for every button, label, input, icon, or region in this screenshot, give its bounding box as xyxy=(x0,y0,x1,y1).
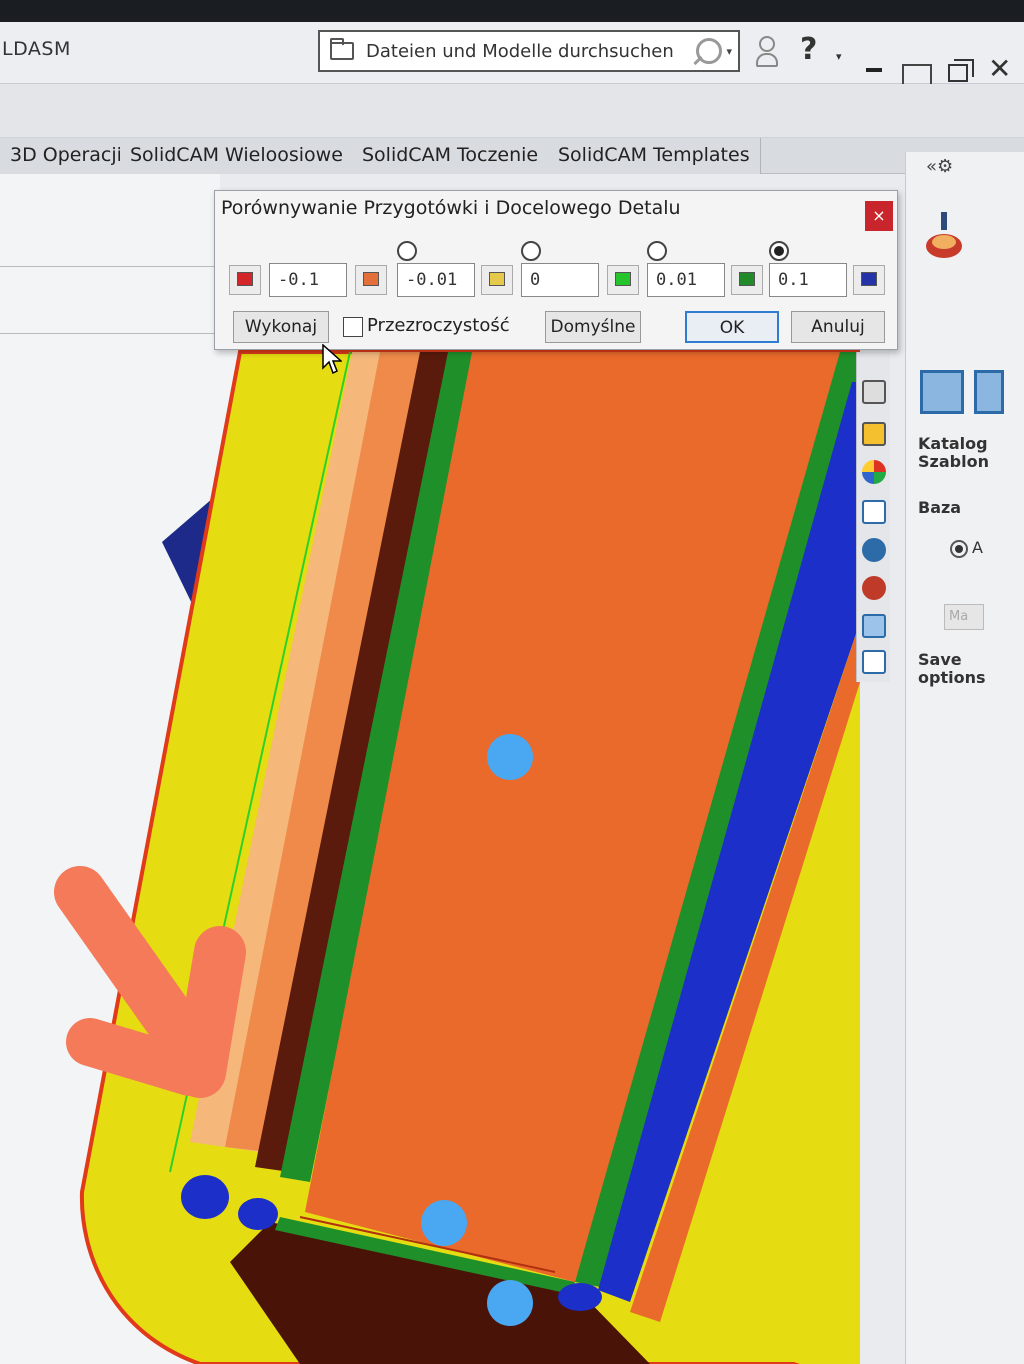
color-swatch-button[interactable] xyxy=(229,265,261,295)
comments-icon[interactable] xyxy=(862,614,886,638)
task-pane-header[interactable]: «⚙ xyxy=(926,156,953,177)
tolerance-radio-3[interactable] xyxy=(647,241,667,261)
default-button[interactable]: Domyślne xyxy=(545,311,641,343)
folder-open-icon[interactable] xyxy=(862,380,886,404)
cancel-button[interactable]: Anuluj xyxy=(791,311,885,343)
base-label[interactable]: Baza xyxy=(918,498,961,517)
folder-icon xyxy=(330,38,354,60)
color-swatch-button[interactable] xyxy=(853,265,885,295)
task-pane: «⚙ Katalog Szablon Baza A Ma Save option… xyxy=(905,152,1024,1364)
help-chevron-icon[interactable]: ▾ xyxy=(836,50,842,63)
tab-solidcam-templates[interactable]: SolidCAM Templates xyxy=(548,138,761,174)
panel-button[interactable]: Ma xyxy=(944,604,984,630)
close-icon[interactable]: ✕ xyxy=(988,52,1011,85)
tab-3d-operacji[interactable]: 3D Operacji xyxy=(0,138,133,174)
restore-icon[interactable] xyxy=(948,59,974,82)
template-icon[interactable] xyxy=(974,370,1004,414)
transparency-label: Przezroczystość xyxy=(367,315,510,336)
color-swatch-button[interactable] xyxy=(607,265,639,295)
corner-blue-left xyxy=(181,1175,229,1219)
command-icon-strip xyxy=(856,352,890,682)
dialog-close-button[interactable]: × xyxy=(865,201,893,231)
help-icon[interactable]: ? xyxy=(800,32,817,67)
base-radio[interactable] xyxy=(950,540,968,558)
compare-stock-dialog: Porównywanie Przygotówki i Docelowego De… xyxy=(214,190,898,350)
color-swatch-light-green xyxy=(615,272,631,286)
marker-dot xyxy=(421,1200,467,1246)
solidcam-logo-icon xyxy=(926,212,962,258)
marker-dot xyxy=(487,734,533,780)
color-swatch-button[interactable] xyxy=(731,265,763,295)
search-placeholder: Dateien und Modelle durchsuchen xyxy=(366,40,674,62)
feature-tree-pane xyxy=(0,174,220,334)
minimize-icon[interactable] xyxy=(866,68,882,72)
solidcam-icon[interactable] xyxy=(862,576,886,600)
properties-icon[interactable] xyxy=(862,422,886,446)
annotation-arrow-icon xyxy=(54,866,246,1098)
mouse-cursor-icon xyxy=(322,344,342,375)
search-icon[interactable] xyxy=(696,38,723,64)
color-swatch-button[interactable] xyxy=(481,265,513,295)
ok-button[interactable]: OK xyxy=(685,311,779,343)
corner-blue-right xyxy=(558,1283,602,1311)
dialog-title: Porównywanie Przygotówki i Docelowego De… xyxy=(221,197,681,219)
appearance-icon[interactable] xyxy=(862,460,886,484)
tolerance-radio-4[interactable] xyxy=(769,241,789,261)
tolerance-input-4[interactable]: 0.01 xyxy=(647,263,725,297)
ribbon xyxy=(0,84,1024,138)
template-icon[interactable] xyxy=(920,370,964,414)
chevron-down-icon[interactable]: ▾ xyxy=(726,45,732,58)
user-icon[interactable] xyxy=(756,36,778,68)
color-swatch-orange xyxy=(363,272,379,286)
search-input[interactable]: Dateien und Modelle durchsuchen ▾ xyxy=(318,30,740,72)
color-swatch-blue xyxy=(861,272,877,286)
radio-label: A xyxy=(972,538,983,557)
corner-blue-mid xyxy=(238,1198,278,1230)
color-swatch-dark-green xyxy=(739,272,755,286)
transparency-checkbox[interactable] xyxy=(343,317,363,337)
view-icon[interactable] xyxy=(862,538,886,562)
marker-dot xyxy=(487,1280,533,1326)
title-bar: LDASM Dateien und Modelle durchsuchen ▾ … xyxy=(0,22,1024,88)
execute-button[interactable]: Wykonaj xyxy=(233,311,329,343)
tab-bar: 3D Operacji SolidCAM Wieloosiowe SolidCA… xyxy=(0,138,1024,174)
app-title: LDASM xyxy=(2,38,71,60)
save-options-label[interactable]: options xyxy=(918,668,985,687)
tab-solidcam-toczenie[interactable]: SolidCAM Toczenie xyxy=(352,138,550,174)
color-swatch-button[interactable] xyxy=(355,265,387,295)
templates-label[interactable]: Szablon xyxy=(918,452,989,471)
color-swatch-yellow xyxy=(489,272,505,286)
templates-icon[interactable] xyxy=(862,650,886,674)
tolerance-input-2[interactable]: -0.01 xyxy=(397,263,475,297)
tolerance-input-5[interactable]: 0.1 xyxy=(769,263,847,297)
tolerance-input-1[interactable]: -0.1 xyxy=(269,263,347,297)
tab-solidcam-wieloosiowe[interactable]: SolidCAM Wieloosiowe xyxy=(120,138,354,174)
tolerance-input-3[interactable]: 0 xyxy=(521,263,599,297)
tolerance-radio-1[interactable] xyxy=(397,241,417,261)
list-icon[interactable] xyxy=(862,500,886,524)
tolerance-radio-2[interactable] xyxy=(521,241,541,261)
screen: LDASM Dateien und Modelle durchsuchen ▾ … xyxy=(0,22,1024,1364)
catalog-label: Katalog xyxy=(918,434,988,453)
save-options-label[interactable]: Save xyxy=(918,650,962,669)
color-swatch-red xyxy=(237,272,253,286)
